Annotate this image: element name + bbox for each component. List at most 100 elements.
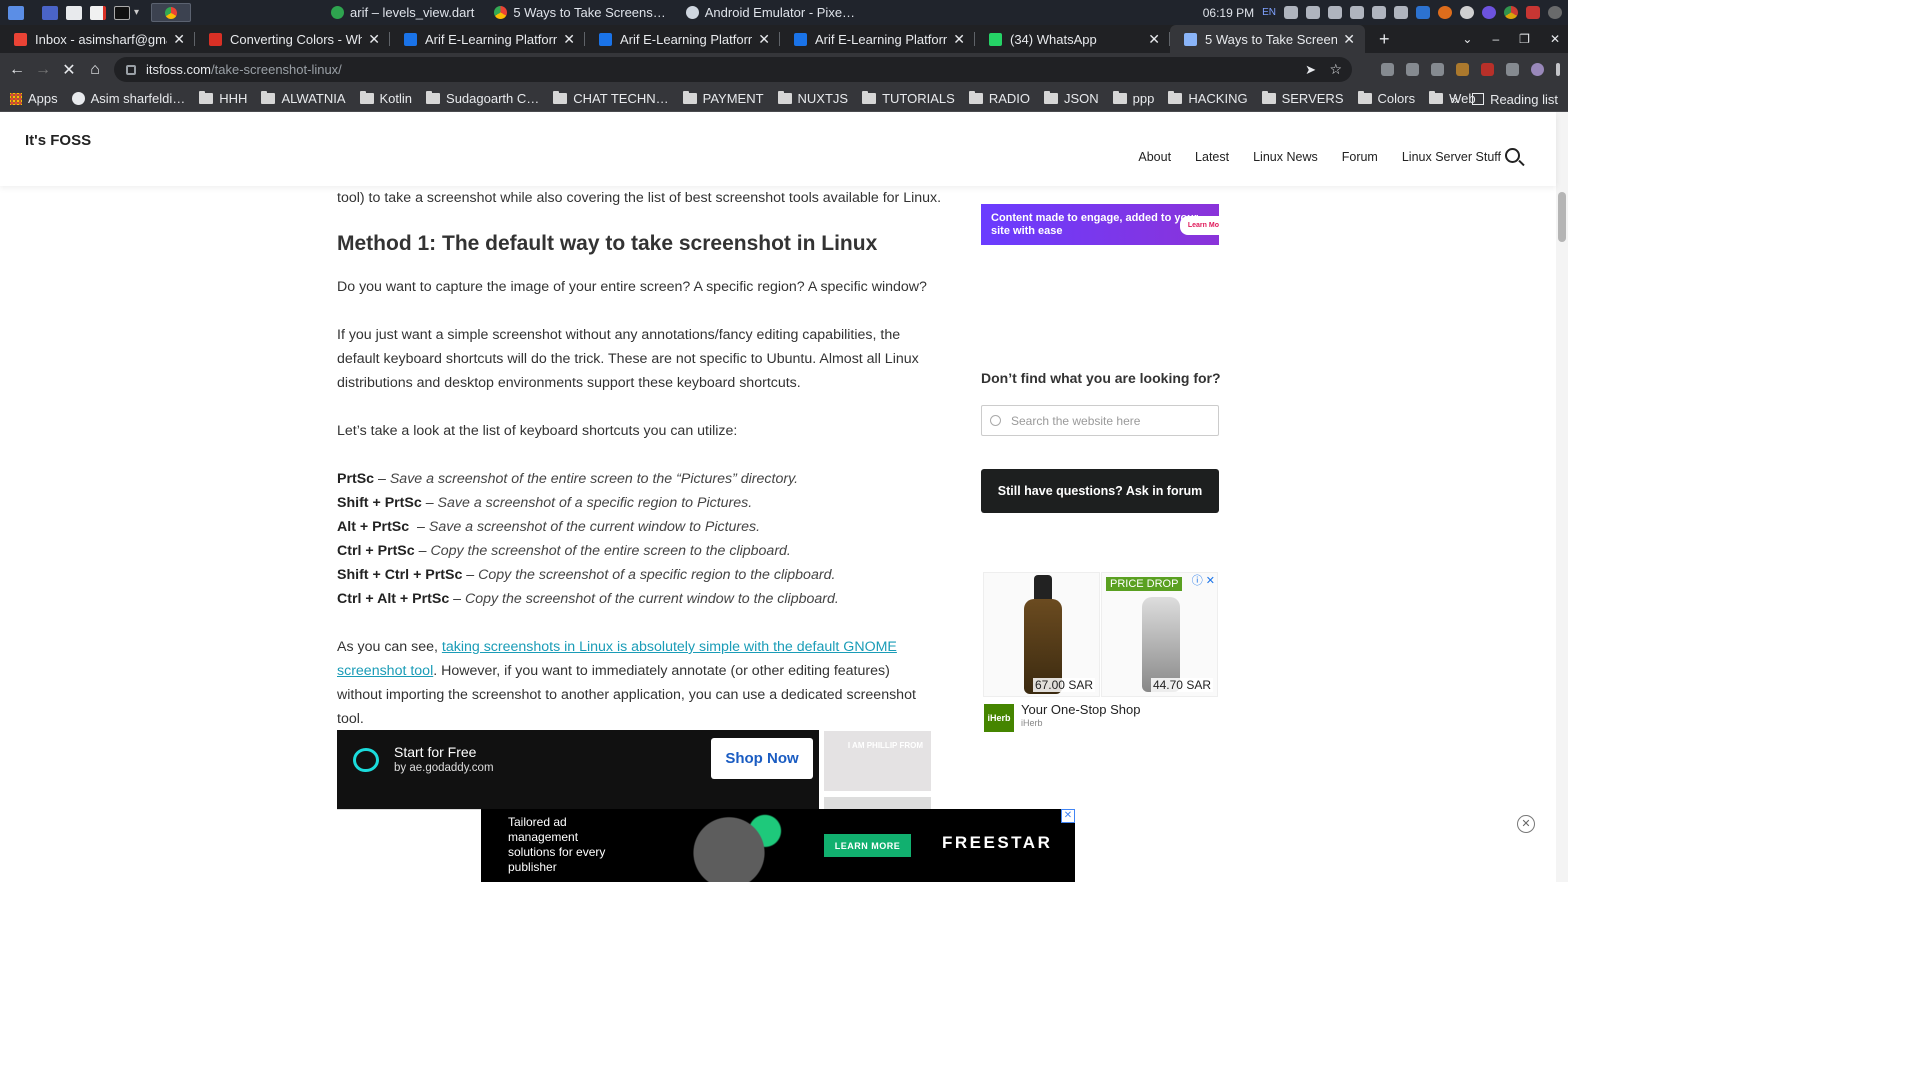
bookmark-folder[interactable]: SERVERS bbox=[1261, 91, 1344, 106]
learn-more-button[interactable]: Learn Mo bbox=[1179, 216, 1219, 235]
vue-devtools-icon[interactable] bbox=[1431, 63, 1444, 76]
close-tab-icon[interactable]: ✕ bbox=[563, 31, 575, 48]
bookmark-folder[interactable]: HHH bbox=[199, 91, 247, 106]
bookmark-folder[interactable]: ppp bbox=[1112, 91, 1154, 106]
product-oregano[interactable]: 67.00 SAR bbox=[983, 572, 1100, 697]
terminal-icon[interactable] bbox=[114, 5, 130, 20]
stop-loading-icon[interactable]: ✕ bbox=[56, 60, 82, 80]
search-icon[interactable] bbox=[1505, 148, 1520, 163]
browser-tab[interactable]: (34) WhatsApp ✕ bbox=[975, 25, 1170, 53]
launcher-icon[interactable] bbox=[8, 5, 24, 20]
bookmark-folder[interactable]: RADIO bbox=[968, 91, 1030, 106]
bookmark-star-icon[interactable]: ☆ bbox=[1329, 61, 1342, 78]
bookmark-folder[interactable]: Colors bbox=[1357, 91, 1415, 106]
video-ad-thumbnail[interactable]: I AM PHILLIP FROM bbox=[824, 731, 931, 791]
send-to-devices-icon[interactable]: ➤ bbox=[1305, 62, 1316, 78]
bookmark-apps[interactable]: Apps bbox=[10, 91, 58, 106]
nav-link[interactable]: Linux News bbox=[1253, 150, 1318, 164]
taskbar-app-chrome[interactable]: 5 Ways to Take Screens… bbox=[484, 5, 675, 20]
maximize-icon[interactable]: ❐ bbox=[1519, 32, 1530, 46]
bookmark-folder[interactable]: HACKING bbox=[1168, 91, 1248, 106]
home-icon[interactable]: ⌂ bbox=[82, 61, 108, 79]
minimize-icon[interactable]: – bbox=[1492, 32, 1499, 46]
profile-avatar[interactable] bbox=[1531, 63, 1544, 76]
bookmark-folder[interactable]: TUTORIALS bbox=[862, 91, 955, 106]
address-bar[interactable]: itsfoss.com/take-screenshot-linux/ ➤ ☆ bbox=[114, 57, 1352, 82]
browser-tab[interactable]: Converting Colors - White ✕ bbox=[195, 25, 390, 53]
taskbar-app-vscode[interactable]: arif – levels_view.dart bbox=[321, 5, 484, 20]
close-tab-icon[interactable]: ✕ bbox=[758, 31, 770, 48]
bookmark-folder[interactable]: Kotlin bbox=[359, 91, 412, 106]
anydesk-icon[interactable] bbox=[1526, 6, 1540, 19]
puzzle-icon[interactable] bbox=[1506, 63, 1519, 76]
forward-arrow-icon[interactable]: → bbox=[30, 61, 56, 79]
freestar-ad[interactable]: Tailored ad management solutions for eve… bbox=[481, 809, 1075, 882]
files-icon[interactable] bbox=[66, 5, 82, 20]
document-icon[interactable] bbox=[90, 5, 106, 20]
close-icon[interactable]: ✕ bbox=[1061, 809, 1075, 823]
volume-icon[interactable] bbox=[1306, 6, 1320, 19]
camera-icon[interactable] bbox=[1406, 63, 1419, 76]
lock-icon[interactable] bbox=[126, 64, 136, 75]
back-arrow-icon[interactable]: ← bbox=[4, 61, 30, 79]
close-tab-icon[interactable]: ✕ bbox=[953, 31, 965, 48]
page-scrollbar[interactable] bbox=[1556, 112, 1568, 882]
chevron-down-icon[interactable]: ▾ bbox=[134, 7, 139, 18]
bookmark-folder[interactable]: CHAT TECHN… bbox=[553, 91, 669, 106]
chrome-taskbar-button[interactable] bbox=[151, 3, 192, 22]
clock[interactable]: 06:19 PM bbox=[1203, 6, 1254, 20]
site-logo[interactable]: It's FOSS bbox=[25, 132, 91, 149]
bookmark-folder[interactable]: ALWATNIA bbox=[261, 91, 346, 106]
bookmark-folder[interactable]: Asim sharfeldi… bbox=[71, 91, 185, 106]
sidebar-banner-ad[interactable]: Content made to engage, added to your si… bbox=[981, 204, 1219, 245]
nav-link[interactable]: Forum bbox=[1342, 150, 1378, 164]
nav-link[interactable]: Linux Server Stuff bbox=[1402, 150, 1501, 164]
nav-link[interactable]: Latest bbox=[1195, 150, 1229, 164]
app-icon[interactable] bbox=[1482, 6, 1496, 19]
lock-icon[interactable] bbox=[1372, 6, 1386, 19]
ask-in-forum-button[interactable]: Still have questions? Ask in forum bbox=[981, 469, 1219, 513]
notifications-icon[interactable] bbox=[1328, 6, 1342, 19]
close-tab-icon[interactable]: ✕ bbox=[368, 31, 380, 48]
firefox-icon[interactable] bbox=[1438, 6, 1452, 19]
more-bookmarks-button[interactable]: » bbox=[1451, 92, 1458, 107]
settings-icon[interactable] bbox=[1548, 6, 1562, 19]
close-tab-icon[interactable]: ✕ bbox=[1343, 31, 1355, 48]
close-icon[interactable]: ✕ bbox=[1517, 815, 1535, 833]
menu-dots-icon[interactable] bbox=[1556, 63, 1560, 76]
bookmark-folder[interactable]: JSON bbox=[1043, 91, 1099, 106]
keyboard-layout[interactable]: EN bbox=[1262, 7, 1276, 18]
browser-tab[interactable]: Arif E-Learning Platform ✕ bbox=[585, 25, 780, 53]
shop-now-button[interactable]: Shop Now bbox=[711, 738, 813, 779]
desktop-icon[interactable] bbox=[42, 5, 58, 20]
browser-tab[interactable]: Inbox - asimsharf@gmail. ✕ bbox=[0, 25, 195, 53]
taskbar-app-emulator[interactable]: Android Emulator - Pixe… bbox=[676, 5, 865, 20]
extension-icon[interactable] bbox=[1381, 63, 1394, 76]
iherb-ad[interactable]: 67.00 SAR PRICE DROP 44.70 SAR ⓘ ✕ iHerb… bbox=[981, 572, 1219, 732]
w-icon[interactable] bbox=[1460, 6, 1474, 19]
sync-icon[interactable] bbox=[1394, 6, 1408, 19]
chrome-icon[interactable] bbox=[1504, 6, 1518, 19]
bookmark-folder[interactable]: NUXTJS bbox=[777, 91, 848, 106]
godaddy-ad[interactable]: Start for Free by ae.godaddy.com Shop No… bbox=[337, 730, 819, 810]
nav-link[interactable]: About bbox=[1138, 150, 1171, 164]
ad-choices-icon[interactable]: ⓘ ✕ bbox=[1192, 572, 1215, 588]
reading-list-button[interactable]: Reading list bbox=[1472, 92, 1558, 107]
vscode-icon[interactable] bbox=[1416, 6, 1430, 19]
close-tab-icon[interactable]: ✕ bbox=[1148, 31, 1160, 48]
screen-icon[interactable] bbox=[1284, 6, 1298, 19]
battery-icon[interactable] bbox=[1350, 6, 1364, 19]
close-window-icon[interactable]: ✕ bbox=[1550, 32, 1560, 46]
bookmark-folder[interactable]: Sudagoarth C… bbox=[426, 91, 539, 106]
search-input[interactable] bbox=[1011, 413, 1211, 428]
browser-tab[interactable]: Arif E-Learning Platform ✕ bbox=[390, 25, 585, 53]
extension-icon[interactable] bbox=[1456, 63, 1469, 76]
new-tab-button[interactable]: + bbox=[1379, 29, 1390, 50]
browser-tab[interactable]: 5 Ways to Take Screensho ✕ bbox=[1170, 25, 1365, 53]
learn-more-button[interactable]: LEARN MORE bbox=[824, 834, 911, 857]
close-tab-icon[interactable]: ✕ bbox=[173, 31, 185, 48]
product-soap[interactable]: PRICE DROP 44.70 SAR bbox=[1101, 572, 1218, 697]
bookmark-folder[interactable]: PAYMENT bbox=[682, 91, 764, 106]
extension-icon[interactable] bbox=[1481, 63, 1494, 76]
tab-search-icon[interactable]: ⌄ bbox=[1462, 32, 1472, 46]
